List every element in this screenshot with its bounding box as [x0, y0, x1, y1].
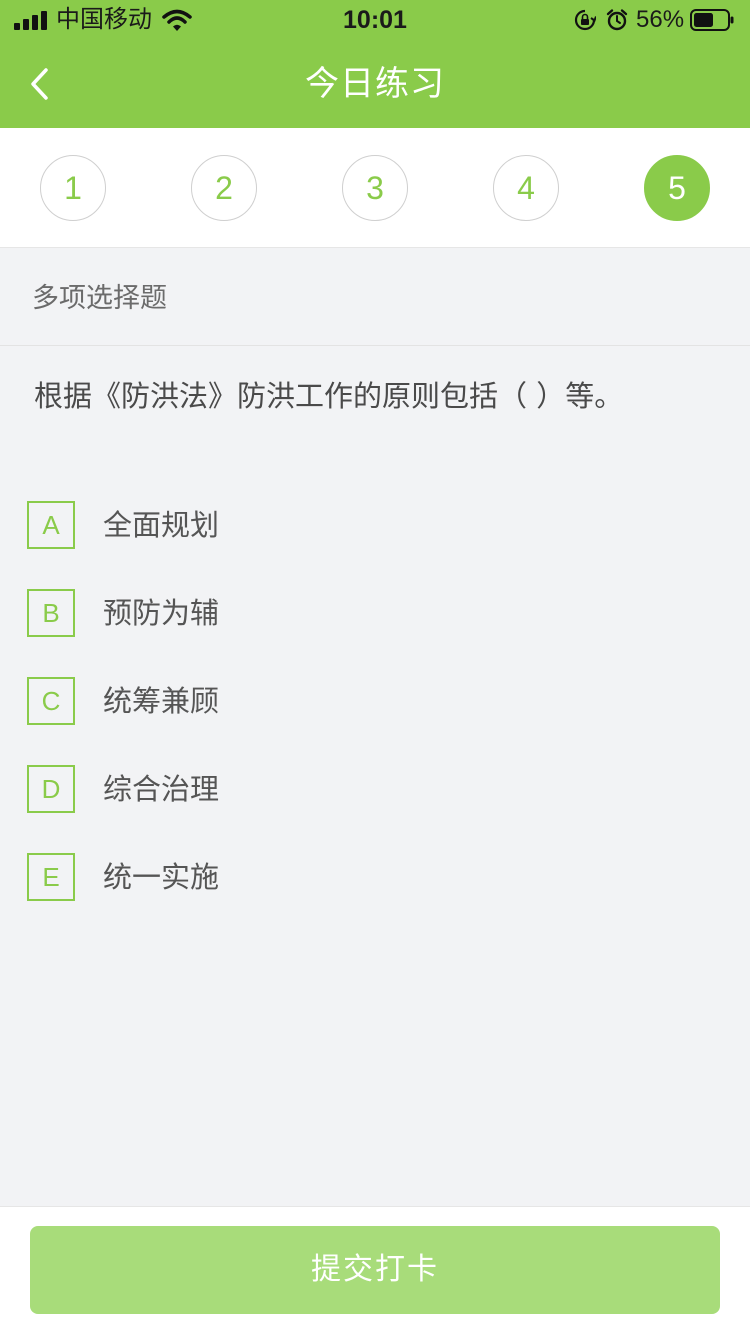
question-number-tabs: 1 2 3 4 5 — [0, 128, 750, 248]
alarm-icon — [606, 9, 628, 31]
battery-icon — [690, 9, 734, 31]
question-text: 根据《防洪法》防洪工作的原则包括（ ）等。 — [34, 379, 624, 413]
status-bar: 中国移动 10:01 56% — [0, 0, 750, 40]
option-letter-box[interactable]: B — [27, 589, 75, 637]
option-text: 统一实施 — [103, 860, 220, 894]
question-tab-3[interactable]: 3 — [342, 155, 408, 221]
option-letter-box[interactable]: D — [27, 765, 75, 813]
option-b[interactable]: B 预防为辅 — [27, 589, 717, 637]
question-type-header: 多项选择题 — [0, 248, 750, 346]
option-letter-box[interactable]: E — [27, 853, 75, 901]
option-e[interactable]: E 统一实施 — [27, 853, 717, 901]
option-letter-box[interactable]: C — [27, 677, 75, 725]
question-tab-4[interactable]: 4 — [493, 155, 559, 221]
question-tab-2[interactable]: 2 — [191, 155, 257, 221]
option-letter-box[interactable]: A — [27, 501, 75, 549]
option-text: 综合治理 — [103, 772, 220, 806]
nav-bar: 今日练习 — [0, 40, 750, 128]
option-text: 预防为辅 — [103, 596, 220, 630]
option-a[interactable]: A 全面规划 — [27, 501, 717, 549]
option-text: 全面规划 — [103, 508, 220, 542]
option-text: 统筹兼顾 — [103, 684, 220, 718]
orientation-lock-icon — [574, 9, 596, 31]
question-tab-1[interactable]: 1 — [40, 155, 106, 221]
battery-percent: 56% — [636, 6, 685, 33]
question-type-label: 多项选择题 — [32, 283, 167, 314]
footer-bar: 提交打卡 — [0, 1206, 750, 1335]
option-c[interactable]: C 统筹兼顾 — [27, 677, 717, 725]
option-d[interactable]: D 综合治理 — [27, 765, 717, 813]
submit-checkin-button[interactable]: 提交打卡 — [30, 1226, 720, 1314]
question-tab-5[interactable]: 5 — [644, 155, 710, 221]
page-title: 今日练习 — [305, 64, 445, 104]
